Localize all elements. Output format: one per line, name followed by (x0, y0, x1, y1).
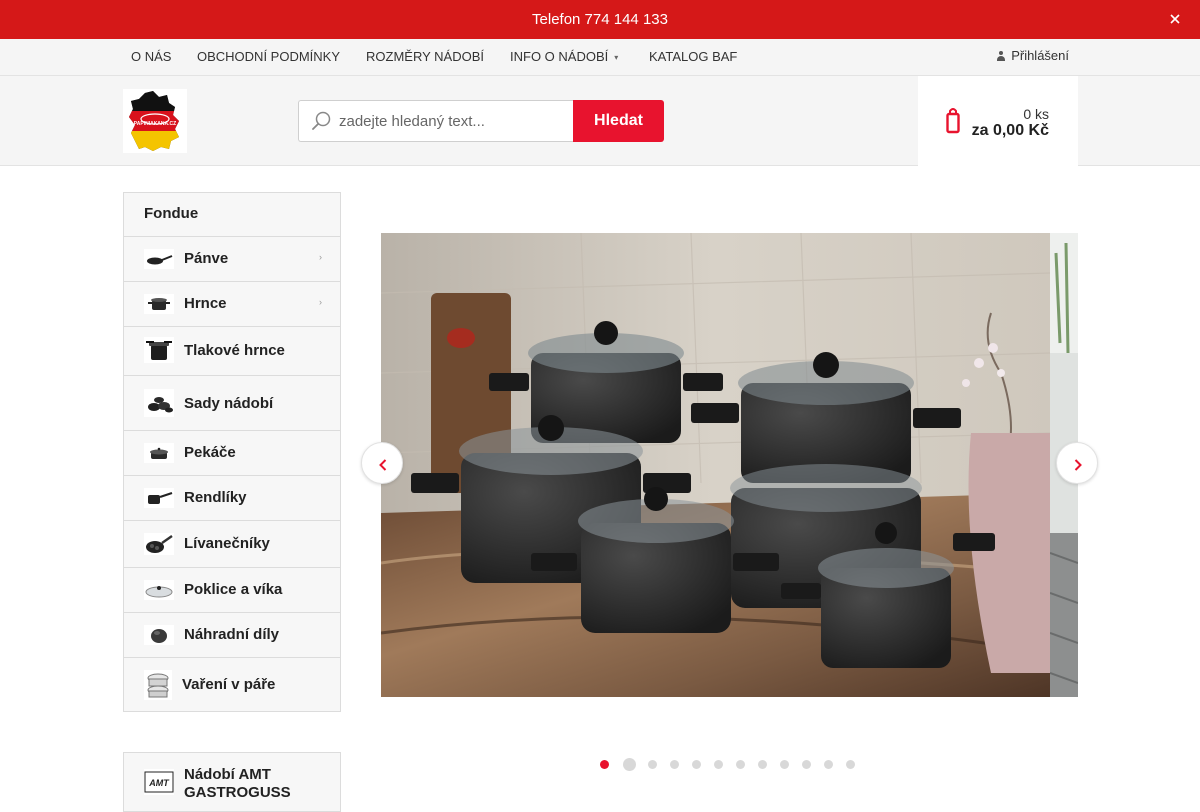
slider-dot[interactable] (692, 760, 701, 769)
category-item-nahradni-dily[interactable]: Náhradní díly (124, 613, 340, 658)
nav-item-info-label: INFO O NÁDOBÍ (510, 49, 609, 64)
category-item-hrnce[interactable]: Hrnce › (124, 282, 340, 327)
category-item-livanecniky[interactable]: Lívanečníky (124, 521, 340, 568)
search-box (298, 100, 574, 142)
chevron-left-icon (379, 458, 387, 471)
category-item-pekace[interactable]: Pekáče (124, 431, 340, 476)
slider-dot[interactable] (600, 760, 609, 769)
phone-number[interactable]: Telefon 774 144 133 (0, 11, 1200, 28)
category-item-poklice[interactable]: Poklice a víka (124, 568, 340, 613)
top-contact-bar: Telefon 774 144 133 (0, 0, 1200, 39)
hero-slider (381, 233, 1078, 697)
nav-item-terms[interactable]: OBCHODNÍ PODMÍNKY (197, 49, 340, 64)
nav-item-dimensions[interactable]: ROZMĚRY NÁDOBÍ (366, 49, 484, 64)
cart-count: 0 ks (1023, 106, 1049, 122)
spare-part-icon (144, 625, 174, 645)
category-label: Sady nádobí (184, 395, 274, 412)
cookware-set-icon (144, 389, 174, 417)
slider-prev-button[interactable] (361, 442, 403, 484)
pressure-cooker-icon (144, 337, 174, 363)
amt-logo-icon: AMT (144, 769, 174, 795)
category-label: Pánve (184, 250, 229, 267)
category-item-vareni-v-pare[interactable]: Vaření v páře (124, 658, 340, 712)
svg-text:PAPINIAKANA.CZ: PAPINIAKANA.CZ (134, 121, 176, 127)
slider-next-button[interactable] (1056, 442, 1098, 484)
svg-text:AMT: AMT (148, 778, 170, 788)
slider-dot[interactable] (758, 760, 767, 769)
close-icon[interactable] (1170, 10, 1180, 32)
slider-dot[interactable] (623, 758, 636, 771)
category-label: Hrnce (184, 295, 227, 312)
category-label: Tlakové hrnce (184, 342, 285, 359)
search-button[interactable]: Hledat (573, 100, 664, 142)
category-item-rendliky[interactable]: Rendlíky (124, 476, 340, 521)
category-sidebar: Fondue Pánve › Hrnce › Tlakové hrnce Sad… (123, 192, 341, 712)
slider-dot[interactable] (780, 760, 789, 769)
category-label: Poklice a víka (184, 581, 283, 598)
chevron-right-icon: › (319, 252, 322, 262)
slider-dot[interactable] (802, 760, 811, 769)
brand-label-line1: Nádobí AMT (184, 766, 271, 783)
search-icon (311, 111, 331, 131)
category-label: Náhradní díly (184, 626, 280, 643)
site-logo[interactable]: PAPINIAKANA.CZ (123, 89, 187, 153)
nav-item-catalog[interactable]: KATALOG BAF (649, 49, 737, 64)
slider-dot[interactable] (846, 760, 855, 769)
chevron-right-icon: › (319, 297, 322, 307)
category-label: Vaření v páře (182, 676, 276, 693)
category-label: Pekáče (184, 444, 236, 461)
category-label: Rendlíky (184, 489, 247, 506)
slider-dot[interactable] (736, 760, 745, 769)
lid-icon (144, 580, 174, 600)
login-link[interactable]: Přihlášení (997, 48, 1069, 63)
slider-dot[interactable] (648, 760, 657, 769)
nav-item-about[interactable]: O NÁS (131, 49, 171, 64)
brand-label-line2: GASTROGUSS (184, 784, 291, 801)
main-navigation: O NÁS OBCHODNÍ PODMÍNKY ROZMĚRY NÁDOBÍ I… (0, 39, 1200, 76)
category-label: Lívanečníky (184, 535, 270, 552)
pancake-pan-icon (144, 533, 174, 555)
cart-total: za 0,00 Kč (971, 122, 1049, 139)
slider-dot[interactable] (670, 760, 679, 769)
nav-item-info[interactable]: INFO O NÁDOBÍ ▾ (510, 49, 618, 64)
roaster-icon (144, 443, 174, 463)
category-fondue[interactable]: Fondue (124, 193, 340, 237)
saucepan-icon (144, 488, 174, 508)
category-item-tlakove-hrnce[interactable]: Tlakové hrnce (124, 327, 340, 376)
chevron-down-icon: ▾ (614, 53, 619, 63)
pot-icon (144, 294, 174, 314)
brand-box-amt[interactable]: AMT Nádobí AMT GASTROGUSS (123, 752, 341, 812)
search-input[interactable] (339, 101, 569, 141)
slider-dot[interactable] (824, 760, 833, 769)
cart-widget[interactable]: 0 ks za 0,00 Kč (918, 76, 1078, 166)
chevron-right-icon (1074, 458, 1082, 471)
user-icon (997, 51, 1006, 61)
frying-pan-icon (144, 249, 174, 269)
slide-image[interactable] (381, 233, 1051, 697)
site-header: PAPINIAKANA.CZ Hledat 0 ks za 0,00 Kč (0, 76, 1200, 166)
login-label: Přihlášení (1011, 48, 1069, 63)
steamer-icon (144, 670, 172, 700)
category-item-sady-nadobi[interactable]: Sady nádobí (124, 376, 340, 431)
category-item-panve[interactable]: Pánve › (124, 237, 340, 282)
cart-icon (946, 106, 960, 134)
brand-label: Nádobí AMT GASTROGUSS (184, 766, 291, 802)
slider-dot[interactable] (714, 760, 723, 769)
